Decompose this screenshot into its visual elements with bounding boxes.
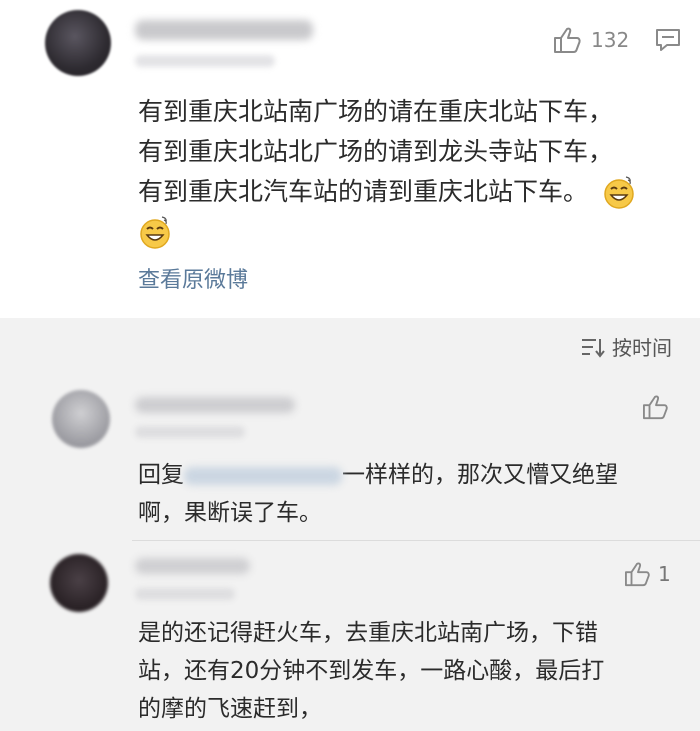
sort-toggle[interactable]: 按时间: [580, 332, 672, 361]
post-line-4: [138, 212, 678, 252]
grin-emoji-icon: [604, 176, 634, 209]
comment-text: 是的还记得赶火车，去重庆北站南广场，下错 站，还有20分钟不到发车，一路心酸，最…: [138, 614, 683, 728]
comment-username-blurred[interactable]: [135, 558, 250, 574]
sort-label: 按时间: [612, 336, 672, 360]
post-meta-blurred: [135, 55, 275, 67]
post-line-1: 有到重庆北站南广场的请在重庆北站下车，: [138, 97, 614, 126]
comment-icon[interactable]: [654, 27, 682, 53]
post-avatar[interactable]: [45, 10, 111, 76]
weibo-post: 132 有到重庆北站南广场的请在重庆北站下车， 有到重庆北站北广场的请到龙头寺站…: [0, 0, 700, 318]
view-original-link[interactable]: 查看原微博: [138, 262, 248, 294]
comment-avatar[interactable]: [52, 390, 110, 448]
comment-line-1: 是的还记得赶火车，去重庆北站南广场，下错: [138, 620, 598, 646]
post-line-3-text: 有到重庆北汽车站的请到重庆北站下车。: [138, 177, 589, 206]
thumbs-up-icon: [554, 27, 581, 53]
comment-like-button[interactable]: 1: [624, 561, 671, 587]
comment-username-blurred[interactable]: [135, 397, 295, 413]
post-line-3: 有到重庆北汽车站的请到重庆北站下车。: [138, 172, 678, 212]
comment-line-3: 的摩的飞速赶到，: [138, 696, 322, 722]
comment-line-1: 回复 一样样的，那次又懵又绝望: [138, 456, 678, 494]
comment-line-2: 站，还有20分钟不到发车，一路心酸，最后打: [138, 658, 605, 684]
comment-like-count: 1: [658, 562, 671, 586]
sort-icon: [582, 338, 605, 358]
comment-meta-blurred: [135, 426, 245, 438]
comment-divider: [132, 540, 700, 541]
thumbs-up-icon: [625, 562, 650, 587]
comment-meta-blurred: [135, 588, 235, 600]
post-like-button[interactable]: 132: [553, 26, 629, 54]
post-line-2: 有到重庆北站北广场的请到龙头寺站下车，: [138, 137, 614, 166]
grin-emoji-icon: [140, 216, 170, 249]
reply-prefix: 回复: [138, 462, 184, 488]
post-username-blurred[interactable]: [135, 20, 313, 40]
comment-text: 回复 一样样的，那次又懵又绝望 啊，果断误了车。: [138, 456, 678, 532]
post-like-count: 132: [591, 28, 630, 52]
reply-mention-blurred[interactable]: [184, 466, 342, 485]
comment-line-2: 啊，果断误了车。: [138, 500, 322, 526]
thumbs-up-icon[interactable]: [642, 394, 670, 420]
comment-avatar[interactable]: [50, 554, 108, 612]
comments-section: 按时间 回复 一样样的，那次又懵又绝望 啊，果断误了车。 1 是的还记得赶火车，去…: [0, 318, 700, 731]
post-content: 有到重庆北站南广场的请在重庆北站下车， 有到重庆北站北广场的请到龙头寺站下车， …: [138, 92, 678, 252]
reply-body: 一样样的，那次又懵又绝望: [342, 462, 618, 488]
